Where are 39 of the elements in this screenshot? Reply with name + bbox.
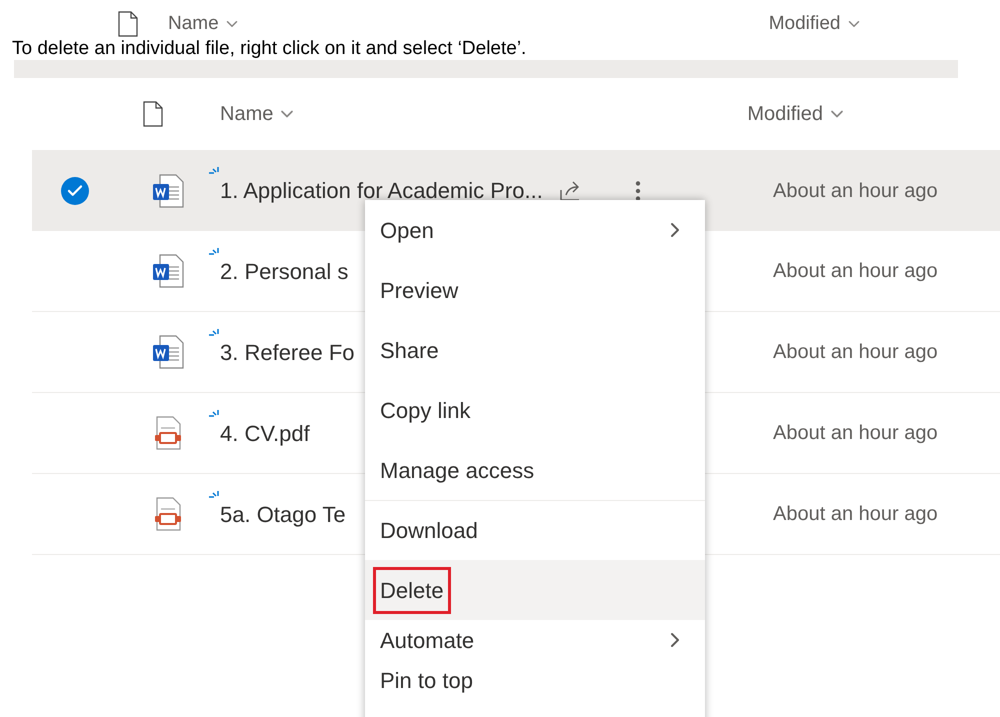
menu-item-label: Download <box>379 517 479 545</box>
menu-item-label: Automate <box>379 626 476 654</box>
column-header: Modified <box>768 12 841 36</box>
modified-time: About an hour ago <box>773 178 938 204</box>
column-header[interactable]: Name <box>220 99 274 129</box>
menu-item[interactable]: Preview <box>365 260 705 320</box>
menu-item[interactable]: Open <box>365 200 705 260</box>
modified-time: About an hour ago <box>773 340 938 365</box>
menu-item[interactable]: Share <box>365 320 705 380</box>
menu-item-label: Copy link <box>379 396 472 425</box>
file-icon <box>143 101 163 127</box>
instruction-text: To delete an individual file, right click on it and select ‘Delete’. <box>12 38 528 60</box>
file-name[interactable]: 2. Personal s <box>220 254 348 288</box>
file-name[interactable]: 4. CV.pdf <box>220 416 310 450</box>
file-name[interactable]: 5a. Otago Te <box>220 498 346 530</box>
menu-item[interactable]: Copy link <box>365 380 705 440</box>
word-document-icon <box>152 254 184 288</box>
file-name[interactable]: 3. Referee Fo <box>220 336 355 368</box>
modified-time: About an hour ago <box>773 502 938 527</box>
modified-time: About an hour ago <box>773 259 938 284</box>
modified-time: About an hour ago <box>773 421 938 446</box>
menu-item[interactable]: Delete <box>365 560 705 620</box>
menu-item-label: Delete <box>373 566 451 614</box>
column-header[interactable]: Modified <box>747 99 823 129</box>
word-document-icon <box>152 335 184 369</box>
pdf-document-icon <box>152 416 184 450</box>
menu-item-label: Manage access <box>379 456 536 485</box>
menu-item[interactable]: Manage access <box>365 440 705 500</box>
pdf-document-icon <box>152 497 184 531</box>
word-document-icon <box>152 174 184 208</box>
menu-item-label: Preview <box>379 276 460 304</box>
menu-item-label: Pin to top <box>379 666 474 695</box>
file-icon <box>118 11 138 37</box>
menu-item[interactable]: Automate <box>365 620 705 660</box>
checkmark-icon[interactable] <box>61 176 89 204</box>
menu-item-label: Share <box>379 336 440 364</box>
menu-item[interactable]: Download <box>365 500 705 560</box>
menu-item[interactable]: Pin to top <box>365 660 705 700</box>
column-header: Name <box>168 12 219 36</box>
